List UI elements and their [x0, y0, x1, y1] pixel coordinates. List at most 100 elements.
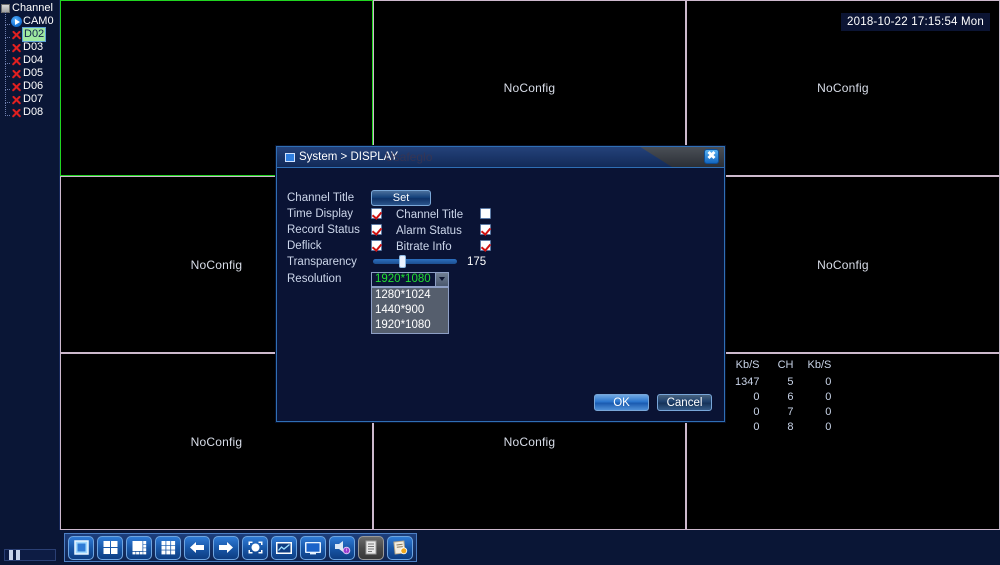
record-button[interactable] — [358, 535, 384, 560]
video-cell-6[interactable]: NoConfig — [686, 176, 1000, 353]
x-icon — [11, 81, 22, 92]
dialog-title: System > DISPLAY — [299, 151, 399, 163]
view-single-button[interactable] — [68, 535, 94, 560]
sidebar-item-d07[interactable]: D07 — [5, 90, 59, 106]
sidebar-item-d06[interactable]: D06 — [5, 77, 59, 93]
dialog-actions: OK Cancel — [594, 394, 712, 411]
sidebar-item-d02[interactable]: D02 — [5, 25, 59, 42]
channel-title-checkbox-label: Channel Title — [396, 208, 464, 221]
sidebar-item-label: CAM0 — [23, 15, 54, 27]
channel-sidebar: Channel CAM0 D02 D03 D04 D05 D06 D07 D08 — [0, 0, 60, 530]
prev-page-button[interactable] — [184, 535, 210, 560]
cell-kbs-right: 0 — [825, 391, 832, 403]
resolution-options-list: 1280*1024 1440*900 1920*1080 — [371, 286, 449, 334]
time-display-checkbox-slot — [371, 208, 391, 219]
view-nine-button[interactable] — [155, 535, 181, 560]
cell-kbs-left: 0 — [753, 406, 760, 418]
bitrate-info-label-slot: Bitrate Info — [391, 237, 475, 255]
view-four-button[interactable] — [97, 535, 123, 560]
video-cell-label: NoConfig — [190, 257, 243, 272]
bitrate-info-checkbox-slot — [475, 240, 491, 251]
sidebar-item-d08[interactable]: D08 — [5, 103, 59, 119]
sidebar-item-label: D05 — [23, 67, 44, 79]
alarm-status-label: Alarm Status — [396, 224, 462, 237]
close-icon[interactable]: ✖ — [704, 149, 719, 164]
bitrate-stats-overlay: Kb/S CH Kb/S 1347 5 0 0 6 0 0 7 0 0 8 0 — [735, 358, 845, 435]
time-display-checkbox[interactable] — [371, 208, 382, 219]
ok-button[interactable]: OK — [594, 394, 649, 411]
dialog-title-tab: System > DISPLAY — [277, 147, 672, 167]
deflick-label: Deflick — [287, 239, 322, 252]
video-cell-label: NoConfig — [190, 434, 243, 449]
table-row: 0 6 0 — [735, 390, 845, 405]
alarm-status-checkbox-slot — [475, 224, 491, 235]
resolution-option-1440x900[interactable]: 1440*900 — [372, 303, 448, 318]
time-display-label: Time Display — [287, 207, 354, 220]
channel-title-checkbox[interactable] — [480, 208, 491, 219]
resolution-select[interactable]: 1920*1080 — [371, 271, 449, 287]
row-deflick: Deflick Bitrate Info — [287, 238, 491, 253]
x-icon — [11, 107, 22, 118]
chart-icon — [275, 541, 293, 555]
svg-text:!: ! — [346, 548, 347, 554]
channel-title-set-button[interactable]: Set — [371, 189, 431, 206]
bottom-taskbar: ! — [0, 530, 1000, 565]
record-status-checkbox[interactable] — [371, 224, 382, 235]
sidebar-item-label: D08 — [23, 106, 44, 118]
table-row: 0 7 0 — [735, 405, 845, 420]
view-eight-button[interactable] — [126, 535, 152, 560]
menu-icon — [392, 540, 409, 555]
video-cell-label: NoConfig — [817, 81, 869, 95]
dvr-live-view-screen: NoConfig NoConfig NoConfig NoConfig NoCo… — [0, 0, 1000, 565]
cell-kbs-right: 0 — [825, 406, 832, 418]
alarm-status-checkbox[interactable] — [480, 224, 491, 235]
transparency-value: 175 — [467, 255, 487, 268]
channel-title-checkbox-slot — [475, 208, 491, 219]
column-header: Kb/S — [807, 359, 832, 371]
sidebar-item-label: D04 — [23, 54, 44, 66]
deflick-checkbox[interactable] — [371, 240, 382, 251]
transparency-slider[interactable] — [373, 255, 457, 268]
tree-branch-icon — [5, 12, 10, 25]
cell-ch: 8 — [787, 421, 794, 433]
dialog-titlebar[interactable]: System > DISPLAY Usafeglo ✖ — [277, 147, 724, 167]
arrow-right-icon — [217, 540, 235, 555]
single-view-icon — [73, 540, 90, 555]
tree-branch-icon — [5, 103, 10, 116]
bitrate-info-label: Bitrate Info — [396, 240, 452, 253]
table-row: 0 8 0 — [735, 420, 845, 435]
status-bar-segment — [16, 550, 20, 560]
bitrate-info-checkbox[interactable] — [480, 240, 491, 251]
channel-tree: Channel CAM0 D02 D03 D04 D05 D06 D07 D08 — [0, 0, 59, 119]
slider-handle[interactable] — [399, 255, 407, 268]
chevron-down-icon[interactable] — [435, 272, 448, 286]
four-split-icon — [102, 540, 119, 555]
table-row: 1347 5 0 — [735, 375, 845, 390]
record-status-label: Record Status — [287, 223, 360, 236]
resolution-option-1920x1080[interactable]: 1920*1080 — [372, 318, 448, 333]
cell-ch: 7 — [787, 406, 794, 418]
ptz-button[interactable] — [242, 535, 268, 560]
sidebar-item-cam0[interactable]: CAM0 — [5, 12, 59, 28]
sidebar-item-label: D02 — [21, 27, 47, 42]
cell-kbs-left: 0 — [753, 391, 760, 403]
resolution-option-1280x1024[interactable]: 1280*1024 — [372, 288, 448, 303]
next-page-button[interactable] — [213, 535, 239, 560]
main-menu-button[interactable] — [387, 535, 413, 560]
sidebar-item-d03[interactable]: D03 — [5, 38, 59, 54]
resolution-selected-value: 1920*1080 — [375, 273, 431, 285]
alarm-output-button[interactable]: ! — [329, 535, 355, 560]
transparency-slider-wrap: 175 — [371, 255, 487, 268]
x-icon — [11, 29, 22, 40]
column-header: Kb/S — [735, 359, 760, 371]
cell-kbs-right: 0 — [825, 421, 832, 433]
cancel-button[interactable]: Cancel — [657, 394, 712, 411]
speaker-icon: ! — [333, 540, 351, 555]
sidebar-item-d04[interactable]: D04 — [5, 51, 59, 67]
display-button[interactable] — [300, 535, 326, 560]
tree-branch-icon — [5, 38, 10, 51]
color-setting-button[interactable] — [271, 535, 297, 560]
sidebar-item-d05[interactable]: D05 — [5, 64, 59, 80]
timestamp-overlay: 2018-10-22 17:15:54 Mon — [841, 13, 990, 31]
row-transparency: Transparency 175 — [287, 254, 491, 269]
